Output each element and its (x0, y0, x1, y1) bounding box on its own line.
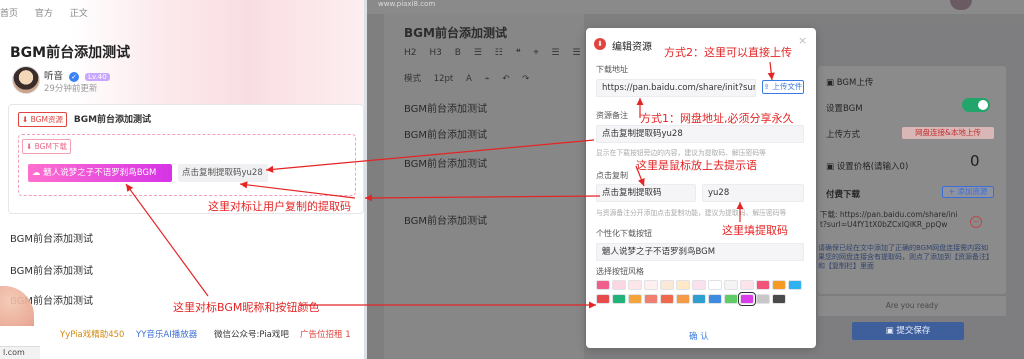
arrow-upload (767, 61, 775, 81)
arrow-code-target (364, 194, 601, 202)
annotation-netdisk: 方式1：网盘地址,必须分享永久 (640, 112, 794, 125)
annotation-copy-code: 这里对标让用户复制的提取码 (208, 200, 351, 213)
annotation-fill-code: 这里填提取码 (722, 224, 788, 237)
arrow-copy-target (239, 181, 356, 199)
annotation-upload: 方式2：这里可以直接上传 (664, 46, 792, 59)
annotation-hover-tip: 这里是鼠标放上去提示语 (636, 159, 757, 172)
annotation-arrows (125, 61, 775, 309)
annotation-bgm-color: 这里对标BGM昵称和按钮颜色 (173, 301, 320, 314)
arrow-copy-code (265, 139, 595, 173)
arrow-bgm-button (125, 183, 209, 297)
